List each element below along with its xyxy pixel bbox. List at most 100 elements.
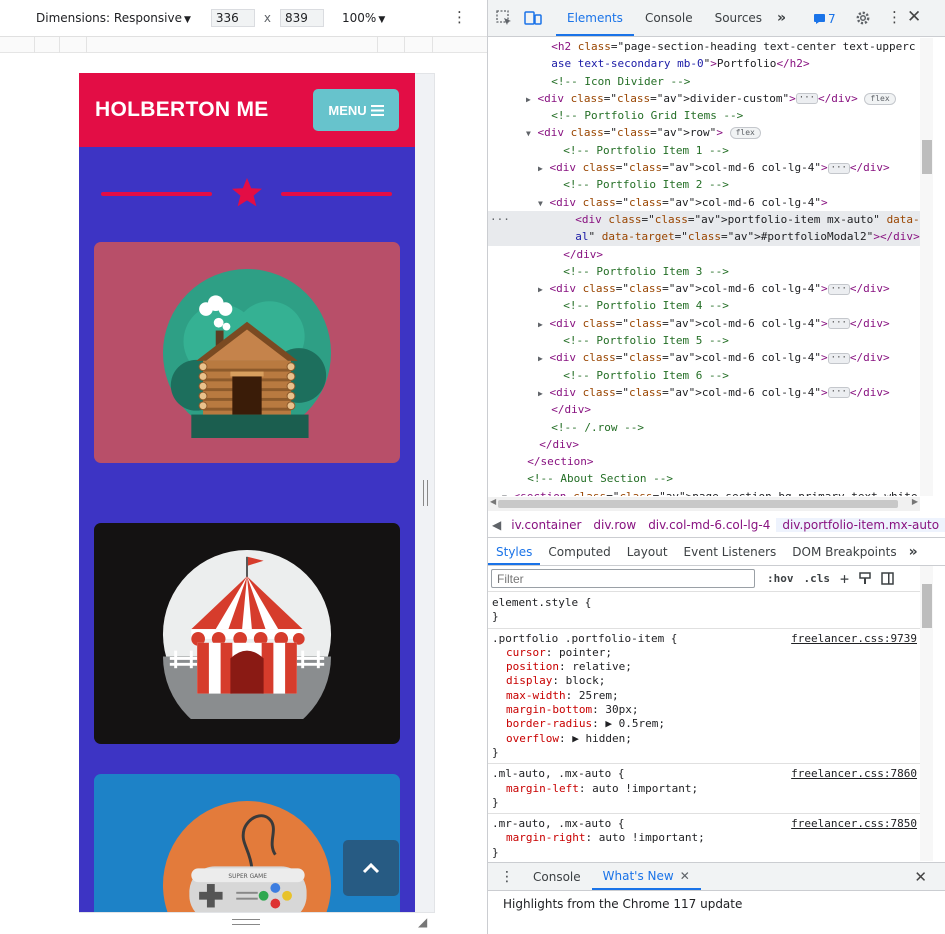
height-input[interactable] <box>280 9 324 27</box>
width-input[interactable] <box>210 9 255 27</box>
css-value[interactable]: auto !important; <box>599 831 705 844</box>
ellipsis-icon[interactable]: ··· <box>827 387 850 399</box>
resize-handle-right[interactable] <box>423 480 428 506</box>
menu-button[interactable]: MENU <box>313 89 399 131</box>
dom-node[interactable]: </div> <box>488 401 920 418</box>
ellipsis-icon[interactable]: ··· <box>827 283 850 295</box>
css-value[interactable]: 25rem; <box>579 689 619 702</box>
css-source-link[interactable]: freelancer.css:7850 <box>791 817 917 831</box>
css-property[interactable]: overflow <box>506 732 559 745</box>
more-tabs-icon[interactable]: » <box>905 538 922 565</box>
dom-node[interactable]: <!-- /.row --> <box>488 419 920 436</box>
dom-node[interactable]: ▶ <div class="class="av">col-md-6 col-lg… <box>488 280 920 297</box>
dom-node[interactable]: <!-- About Section --> <box>488 470 920 487</box>
css-declaration[interactable]: display: block; <box>492 674 916 688</box>
css-property[interactable]: margin-left <box>506 782 579 795</box>
css-value[interactable]: 30px; <box>605 703 638 716</box>
dimensions-dropdown[interactable]: Dimensions: Responsive ▼ <box>36 11 191 25</box>
css-property[interactable]: display <box>506 674 552 687</box>
dom-node-selected[interactable]: ··· <div class="class="av">portfolio-ite… <box>488 210 920 229</box>
css-source-link[interactable]: freelancer.css:9739 <box>791 632 917 646</box>
dom-node[interactable]: ▶ <div class="class="av">col-md-6 col-lg… <box>488 315 920 332</box>
css-value[interactable]: block; <box>566 674 606 687</box>
breadcrumb-item[interactable]: div.portfolio-item.mx-auto <box>776 518 945 532</box>
tab-styles[interactable]: Styles <box>488 540 541 565</box>
css-rule[interactable]: .portfolio .portfolio-item {freelancer.c… <box>488 629 920 765</box>
scroll-to-top-button[interactable] <box>343 840 399 896</box>
scroll-left-icon[interactable]: ◀ <box>490 497 496 506</box>
close-icon[interactable]: ✕ <box>907 7 921 27</box>
inspect-element-icon[interactable] <box>496 10 512 26</box>
dom-node[interactable]: ▼ <div class="class="av">row"> flex <box>488 124 920 141</box>
css-declaration[interactable]: margin-right: auto !important; <box>492 831 916 845</box>
ellipsis-icon[interactable]: ··· <box>795 93 819 105</box>
tab-event-listeners[interactable]: Event Listeners <box>676 538 785 565</box>
flex-badge[interactable]: flex <box>864 92 896 105</box>
breadcrumb-scroll-left-icon[interactable]: ◀ <box>488 518 505 532</box>
css-rule[interactable]: .mr-auto, .mx-auto {freelancer.css:7850 m… <box>488 814 920 861</box>
breadcrumb-item[interactable]: div.col-md-6.col-lg-4 <box>642 518 776 532</box>
cls-toggle[interactable]: .cls <box>804 572 831 585</box>
drawer-tab-whats-new[interactable]: What's New ✕ <box>591 864 701 890</box>
ellipsis-icon[interactable]: ··· <box>827 318 850 330</box>
dom-node[interactable]: </div> <box>488 246 920 263</box>
css-property[interactable]: margin-bottom <box>506 703 592 716</box>
device-toggle-icon[interactable] <box>524 10 542 26</box>
dom-node[interactable]: <!-- Portfolio Item 3 --> <box>488 263 920 280</box>
css-declaration[interactable]: margin-bottom: 30px; <box>492 703 916 717</box>
resize-corner-icon[interactable]: ◢ <box>418 915 427 929</box>
ellipsis-icon[interactable]: ··· <box>827 352 850 364</box>
breadcrumb-item[interactable]: div.row <box>587 518 642 532</box>
portfolio-item-2[interactable] <box>94 523 400 744</box>
tab-sources[interactable]: Sources <box>704 0 773 36</box>
dom-node[interactable]: ▶ <div class="class="av">divider-custom"… <box>488 90 920 107</box>
zoom-dropdown[interactable]: 100% ▼ <box>342 11 385 25</box>
css-source-link[interactable]: freelancer.css:7860 <box>791 767 917 781</box>
dom-node[interactable]: <!-- Portfolio Item 1 --> <box>488 142 920 159</box>
styles-filter-input[interactable] <box>491 569 755 588</box>
dom-node[interactable]: <!-- Portfolio Item 2 --> <box>488 176 920 193</box>
paint-format-icon[interactable] <box>859 572 871 585</box>
css-selector[interactable]: element.style { <box>492 596 916 610</box>
css-property[interactable]: position <box>506 660 559 673</box>
css-value[interactable]: ▶ hidden; <box>572 732 632 745</box>
dom-node[interactable]: ▼ <div class="class="av">col-md-6 col-lg… <box>488 194 920 211</box>
css-value[interactable]: auto !important; <box>592 782 698 795</box>
css-rule[interactable]: element.style {} <box>488 593 920 629</box>
scroll-right-icon[interactable]: ▶ <box>912 497 918 506</box>
issues-badge[interactable]: 7 <box>814 12 836 26</box>
tab-console[interactable]: Console <box>634 0 704 36</box>
dom-node[interactable]: ▼ <section class="class="av">page-sectio… <box>488 488 920 496</box>
dom-node[interactable]: <!-- Icon Divider --> <box>488 73 920 90</box>
dom-tree-scrollbar[interactable] <box>920 38 933 496</box>
css-property[interactable]: border-radius <box>506 717 592 730</box>
dom-node-selected[interactable]: al" data-target="class="av">#portfolioMo… <box>488 228 920 246</box>
css-property[interactable]: max-width <box>506 689 566 702</box>
dom-node[interactable]: <!-- Portfolio Item 5 --> <box>488 332 920 349</box>
hov-toggle[interactable]: :hov <box>767 572 794 585</box>
add-rule-icon[interactable]: + <box>840 570 849 588</box>
drawer-menu-icon[interactable]: ⋮ <box>488 863 522 891</box>
tab-layout[interactable]: Layout <box>619 538 676 565</box>
gear-icon[interactable] <box>855 10 871 26</box>
css-declaration[interactable]: position: relative; <box>492 660 916 674</box>
tab-elements[interactable]: Elements <box>556 1 634 36</box>
dom-node[interactable]: </div> <box>488 436 920 453</box>
dom-node[interactable]: </section> <box>488 453 920 470</box>
css-rule[interactable]: .ml-auto, .mx-auto {freelancer.css:7860 m… <box>488 764 920 815</box>
sidebar-toggle-icon[interactable] <box>881 572 894 585</box>
more-options-icon[interactable]: ⋮ <box>452 10 467 25</box>
css-value[interactable]: ▶ 0.5rem; <box>605 717 665 730</box>
portfolio-item-1[interactable] <box>94 242 400 463</box>
breadcrumb-item[interactable]: iv.container <box>505 518 587 532</box>
dom-node[interactable]: <!-- Portfolio Item 4 --> <box>488 297 920 314</box>
css-property[interactable]: cursor <box>506 646 546 659</box>
dom-node[interactable]: <!-- Portfolio Item 6 --> <box>488 367 920 384</box>
css-declaration[interactable]: margin-left: auto !important; <box>492 782 916 796</box>
styles-scrollbar[interactable] <box>920 566 933 861</box>
dom-node[interactable]: ase text-secondary mb-0">Portfolio</h2> <box>488 55 920 72</box>
more-tabs-icon[interactable]: » <box>773 0 790 36</box>
css-property[interactable]: margin-right <box>506 831 585 844</box>
css-value[interactable]: pointer; <box>559 646 612 659</box>
dom-node[interactable]: ▶ <div class="class="av">col-md-6 col-lg… <box>488 159 920 176</box>
